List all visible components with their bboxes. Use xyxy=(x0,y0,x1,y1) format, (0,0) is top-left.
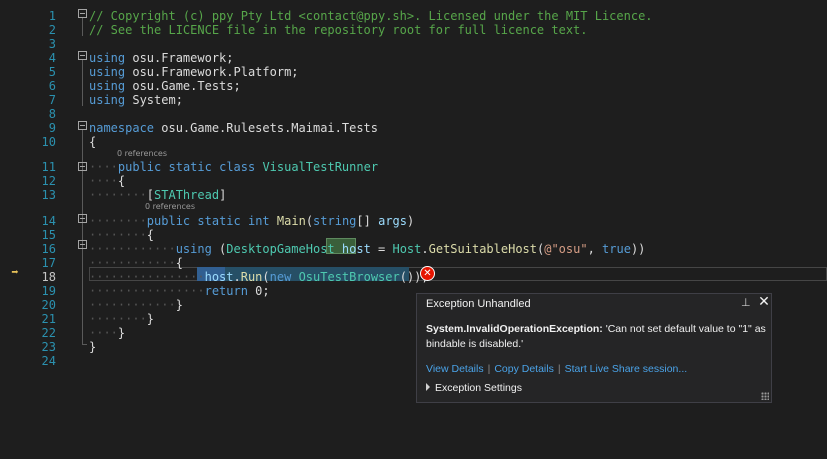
code-line[interactable]: // See the LICENCE file in the repositor… xyxy=(89,23,588,37)
fold-toggle-icon[interactable] xyxy=(78,121,87,130)
line-number: 20 xyxy=(41,298,56,312)
line-number: 19 xyxy=(41,284,56,298)
line-number: 22 xyxy=(41,326,56,340)
pin-icon[interactable]: ⊥ xyxy=(741,297,751,309)
fold-toggle-icon[interactable] xyxy=(78,214,87,223)
exception-settings-toggle[interactable]: Exception Settings xyxy=(426,382,522,394)
exception-message[interactable]: System.InvalidOperationException: 'Can n… xyxy=(426,322,766,352)
fold-guide xyxy=(82,18,83,36)
view-details-link[interactable]: View Details xyxy=(426,363,484,375)
expand-triangle-icon xyxy=(426,383,430,391)
code-line[interactable]: ················host.Run(new OsuTestBrow… xyxy=(89,270,429,284)
code-line[interactable]: using osu.Framework.Platform; xyxy=(89,65,299,79)
line-number: 4 xyxy=(48,51,56,65)
fold-guide-end xyxy=(82,344,87,345)
code-line[interactable]: { xyxy=(89,135,96,149)
line-number-gutter[interactable]: 1 2 3 4 5 6 7 8 9 10 11 12 13 14 15 16 17 18 19 20 21 22 23 24 xyxy=(30,0,57,459)
line-number: 12 xyxy=(41,174,56,188)
exception-title: Exception Unhandled xyxy=(426,298,531,310)
fold-guide xyxy=(82,60,83,106)
code-line[interactable]: ········public static int Main(string[] … xyxy=(89,214,414,228)
exception-settings-label: Exception Settings xyxy=(435,382,522,394)
line-number: 17 xyxy=(41,256,56,270)
code-line[interactable]: ····public static class VisualTestRunner xyxy=(89,160,378,174)
line-number: 1 xyxy=(48,9,56,23)
copy-details-link[interactable]: Copy Details xyxy=(494,363,554,375)
code-line[interactable]: ················return 0; xyxy=(89,284,270,298)
line-number: 21 xyxy=(41,312,56,326)
line-number: 5 xyxy=(48,65,56,79)
code-line[interactable]: namespace osu.Game.Rulesets.Maimai.Tests xyxy=(89,121,378,135)
line-number: 3 xyxy=(48,37,56,51)
code-line[interactable]: ············{ xyxy=(89,256,183,270)
fold-toggle-icon[interactable] xyxy=(78,162,87,171)
code-line[interactable]: ····} xyxy=(89,326,125,340)
code-line[interactable]: } xyxy=(89,340,96,354)
line-number: 10 xyxy=(41,135,56,149)
line-number: 13 xyxy=(41,188,56,202)
line-number: 16 xyxy=(41,242,56,256)
exception-type: System.InvalidOperationException: xyxy=(426,323,603,335)
code-line[interactable]: ············using (DesktopGameHost host … xyxy=(89,242,645,256)
live-share-link[interactable]: Start Live Share session... xyxy=(565,363,688,375)
close-icon[interactable]: ✕ xyxy=(757,295,771,309)
code-line[interactable]: using osu.Framework; xyxy=(89,51,234,65)
codelens-references[interactable]: 0 references xyxy=(117,148,167,159)
line-number: 2 xyxy=(48,23,56,37)
execution-pointer-icon[interactable]: ➡ xyxy=(6,265,24,279)
line-number: 7 xyxy=(48,93,56,107)
fold-toggle-icon[interactable] xyxy=(78,240,87,249)
glyph-margin[interactable] xyxy=(0,0,30,459)
code-line[interactable]: ····{ xyxy=(89,174,125,188)
code-line[interactable]: ········[STAThread] xyxy=(89,188,226,202)
code-line[interactable]: using System; xyxy=(89,93,183,107)
codelens-references[interactable]: 0 references xyxy=(145,201,195,212)
code-line[interactable]: ············} xyxy=(89,298,183,312)
line-number: 18 xyxy=(41,270,56,284)
code-line[interactable]: ········} xyxy=(89,312,154,326)
code-line[interactable]: // Copyright (c) ppy Pty Ltd <contact@pp… xyxy=(89,9,653,23)
fold-toggle-icon[interactable] xyxy=(78,51,87,60)
line-number: 11 xyxy=(41,160,56,174)
line-number: 8 xyxy=(48,107,56,121)
exception-helper-popup: Exception Unhandled ⊥ ✕ System.InvalidOp… xyxy=(416,293,772,403)
code-line[interactable]: ········{ xyxy=(89,228,154,242)
line-number: 15 xyxy=(41,228,56,242)
error-icon[interactable]: ✕ xyxy=(420,266,435,281)
fold-toggle-icon[interactable] xyxy=(78,9,87,18)
line-number: 9 xyxy=(48,121,56,135)
code-line[interactable]: using osu.Game.Tests; xyxy=(89,79,241,93)
line-number: 24 xyxy=(41,354,56,368)
line-number: 6 xyxy=(48,79,56,93)
line-number: 23 xyxy=(41,340,56,354)
resize-grip-icon[interactable] xyxy=(761,392,769,400)
exception-links: View Details | Copy Details | Start Live Sha… xyxy=(426,363,688,375)
line-number: 14 xyxy=(41,214,56,228)
